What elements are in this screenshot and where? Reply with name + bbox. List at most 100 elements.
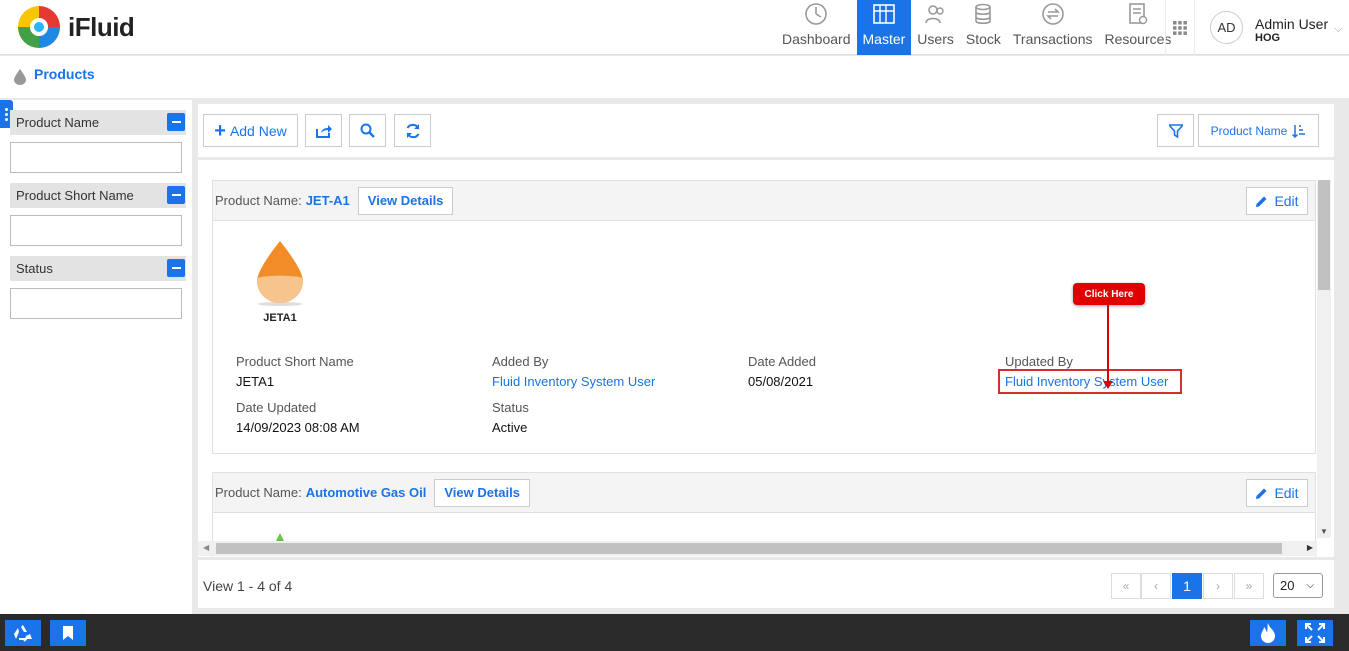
transactions-icon (1040, 1, 1066, 27)
product-card-header: Product Name: Automotive Gas Oil View De… (213, 473, 1315, 513)
field-label: Status (492, 400, 529, 415)
fire-button[interactable] (1250, 620, 1286, 646)
page-number-button[interactable]: 1 (1172, 573, 1202, 599)
filter-label-product-short-name: Product Short Name (10, 183, 186, 208)
field-status: Status Active (492, 400, 529, 435)
top-header: iFluid Dashboard Master Users Stock Tran… (0, 0, 1349, 55)
recycle-icon (14, 625, 32, 642)
nav-users[interactable]: Users (911, 0, 960, 55)
field-value: Active (492, 420, 528, 435)
nav-dashboard-label: Dashboard (782, 31, 851, 47)
chevron-down-icon: ⌵ (1306, 580, 1315, 591)
scroll-down-icon[interactable]: ▼ (1320, 527, 1328, 536)
prev-page-button[interactable]: ‹ (1141, 573, 1171, 599)
view-details-button[interactable]: View Details (434, 478, 530, 507)
nav-master-label: Master (862, 31, 906, 47)
user-menu[interactable]: AD Admin User HOG ⌵ (1210, 11, 1342, 44)
vertical-scrollbar[interactable]: ▼ (1317, 180, 1331, 538)
add-new-label: Add New (229, 122, 287, 139)
filter-label-text: Product Name (16, 115, 100, 130)
horizontal-scroll-thumb[interactable] (216, 543, 1282, 554)
collapse-icon[interactable] (167, 259, 185, 277)
collapse-icon[interactable] (167, 186, 185, 204)
search-icon (360, 123, 375, 138)
field-short-name: Product Short Name JETA1 (236, 354, 354, 389)
nav-dashboard[interactable]: Dashboard (776, 0, 857, 55)
collapse-icon[interactable] (167, 113, 185, 131)
export-button[interactable] (305, 114, 342, 147)
product-name-link[interactable]: JET-A1 (306, 193, 350, 208)
product-card: Product Name: JET-A1 View Details Edit J… (212, 180, 1316, 454)
edit-button[interactable]: Edit (1246, 479, 1308, 507)
export-icon (315, 124, 332, 138)
product-name-input[interactable] (10, 142, 182, 173)
recycle-button[interactable] (5, 620, 41, 646)
user-role: HOG (1255, 32, 1281, 44)
product-name-label: Product Name: (215, 193, 302, 208)
master-icon (871, 1, 897, 27)
record-count: View 1 - 4 of 4 (203, 578, 293, 594)
scroll-left-icon[interactable]: ◀ (203, 543, 209, 552)
last-page-button[interactable]: » (1234, 573, 1264, 599)
nav-users-label: Users (917, 31, 954, 47)
click-here-callout: Click Here (1073, 283, 1145, 305)
field-added-by: Added By Fluid Inventory System User (492, 354, 655, 389)
field-label: Added By (492, 354, 549, 369)
app-name: iFluid (68, 11, 135, 42)
field-label: Date Added (748, 354, 816, 369)
first-page-button[interactable]: « (1111, 573, 1141, 599)
main-nav: Dashboard Master Users Stock Transaction… (776, 0, 1177, 55)
field-label: Date Updated (236, 400, 317, 415)
product-image-caption: JETA1 (263, 312, 297, 324)
field-value: 05/08/2021 (748, 374, 814, 389)
expand-icon (1305, 623, 1325, 643)
status-input[interactable] (10, 288, 182, 319)
next-page-button[interactable]: › (1203, 573, 1233, 599)
nav-transactions[interactable]: Transactions (1007, 0, 1099, 55)
search-button[interactable] (349, 114, 386, 147)
nav-resources-label: Resources (1104, 31, 1172, 47)
user-info: Admin User HOG (1255, 16, 1328, 44)
edit-label: Edit (1274, 193, 1299, 209)
sort-button[interactable]: Product Name (1198, 114, 1319, 147)
drop-icon (14, 69, 26, 85)
users-icon (923, 1, 949, 27)
user-name: Admin User (1255, 16, 1329, 32)
bookmark-button[interactable] (50, 620, 86, 646)
nav-master[interactable]: Master (856, 0, 912, 55)
nav-stock-label: Stock (965, 31, 1001, 47)
edit-button[interactable]: Edit (1246, 187, 1308, 215)
apps-grid-button[interactable] (1165, 0, 1195, 55)
product-card-header: Product Name: JET-A1 View Details Edit (213, 181, 1315, 221)
page-size-select[interactable]: 20 ⌵ (1273, 573, 1323, 598)
add-new-button[interactable]: + Add New (203, 114, 298, 147)
highlight-box (998, 369, 1182, 394)
scroll-right-icon[interactable]: ▶ (1307, 543, 1313, 552)
stock-icon (970, 1, 996, 27)
avatar: AD (1210, 11, 1243, 44)
nav-stock[interactable]: Stock (960, 0, 1007, 55)
view-details-button[interactable]: View Details (357, 186, 454, 215)
horizontal-scrollbar[interactable]: ◀ ▶ (198, 541, 1317, 556)
filter-label-status: Status (10, 256, 186, 281)
edit-label: Edit (1274, 485, 1299, 501)
pagination-bar: View 1 - 4 of 4 « ‹ 1 › » 20 ⌵ (198, 560, 1334, 608)
product-name-label: Product Name: (215, 485, 302, 500)
pencil-icon (1256, 196, 1267, 207)
apps-grid-icon (1173, 20, 1187, 35)
resources-icon (1125, 1, 1151, 27)
product-name-link[interactable]: Automotive Gas Oil (306, 485, 427, 500)
field-value: 14/09/2023 08:08 AM (236, 420, 360, 435)
filter-button[interactable] (1157, 114, 1194, 147)
vertical-scroll-thumb[interactable] (1318, 180, 1330, 290)
page-size-value: 20 (1280, 578, 1295, 593)
filter-label-text: Product Short Name (16, 188, 134, 203)
app-logo[interactable]: iFluid (16, 4, 135, 50)
toolbar: + Add New Product Name (198, 104, 1334, 157)
fullscreen-button[interactable] (1297, 620, 1333, 646)
added-by-link[interactable]: Fluid Inventory System User (492, 374, 655, 389)
refresh-button[interactable] (394, 114, 431, 147)
product-short-name-input[interactable] (10, 215, 182, 246)
bookmark-icon (63, 626, 73, 640)
nav-transactions-label: Transactions (1012, 31, 1093, 47)
